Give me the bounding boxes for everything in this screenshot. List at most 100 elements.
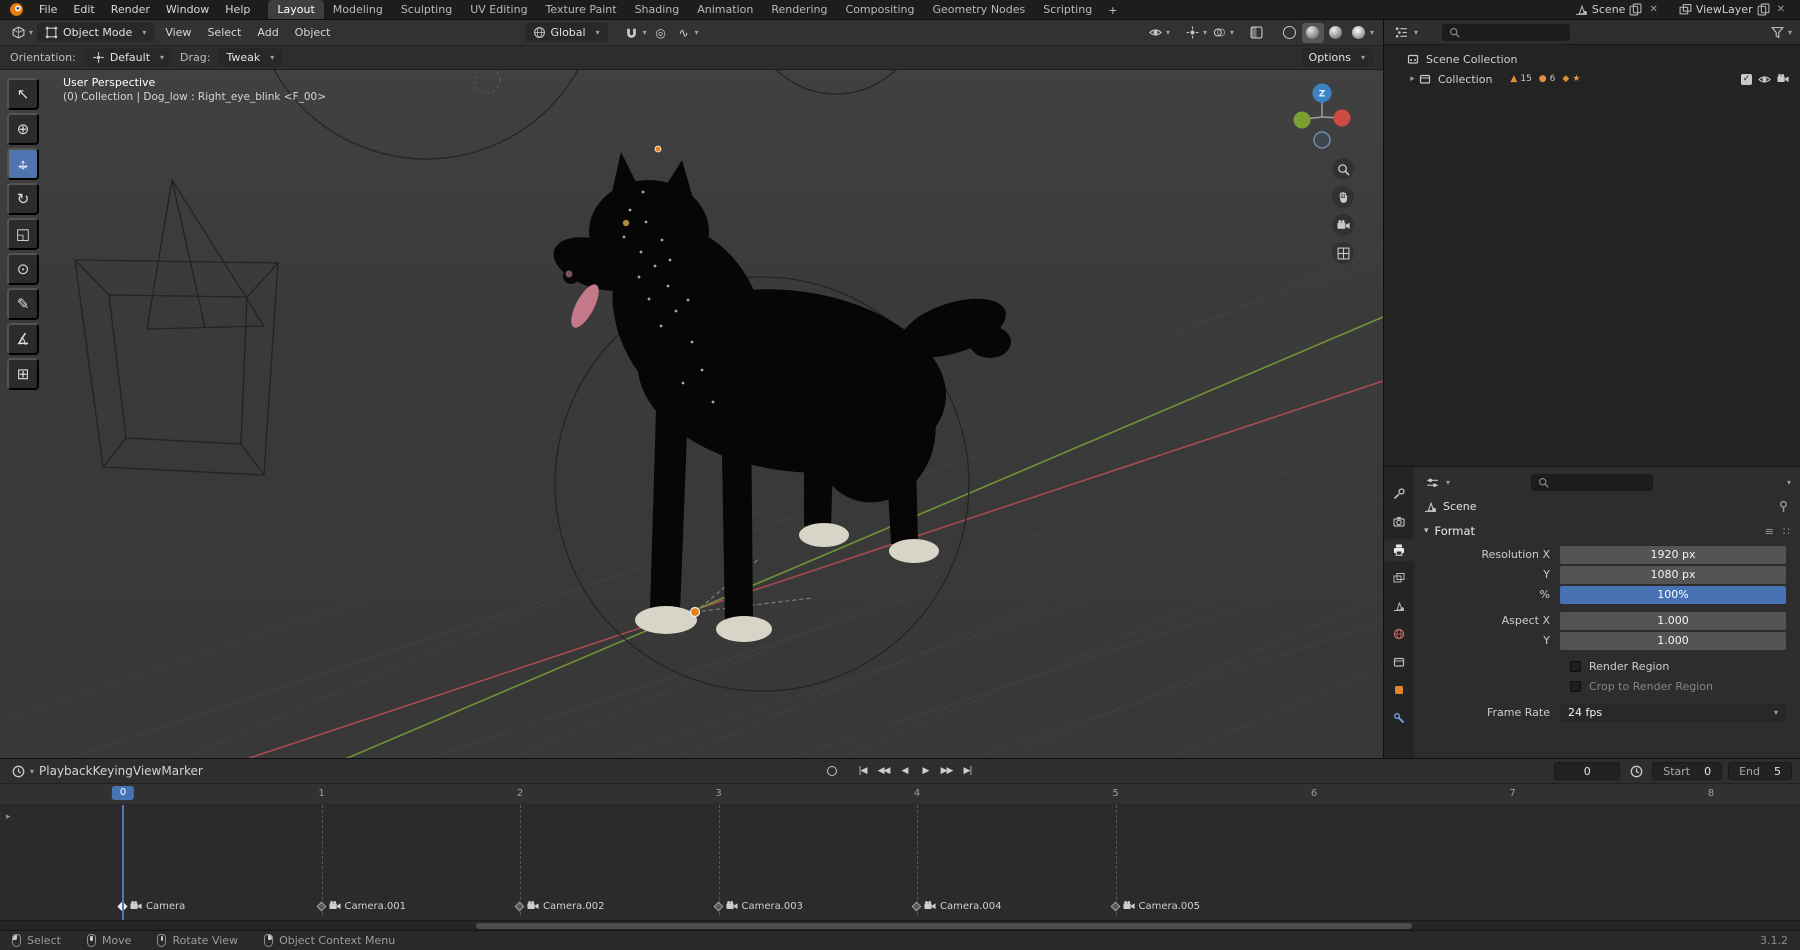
viewport-menu-object[interactable]: Object	[287, 26, 339, 39]
props-tab-modifiers[interactable]	[1384, 707, 1414, 729]
workspace-tab-compositing[interactable]: Compositing	[837, 0, 924, 19]
play-reverse-button[interactable]: ◀	[895, 762, 914, 780]
collection-checkbox[interactable]: ✓	[1741, 73, 1752, 85]
tool-cursor[interactable]: ⊕	[7, 113, 39, 145]
falloff-caret-icon[interactable]: ▾	[695, 28, 699, 37]
props-tab-scene[interactable]	[1384, 595, 1414, 617]
timeline-menu-view[interactable]: View	[133, 764, 161, 778]
play-button[interactable]: ▶	[916, 762, 935, 780]
jump-to-next-keyframe-button[interactable]: ▶▶	[937, 762, 956, 780]
menu-render[interactable]: Render	[103, 3, 158, 16]
navigation-gizmo[interactable]: Z	[1285, 80, 1359, 154]
pan-hand-icon[interactable]	[1332, 186, 1354, 208]
jump-to-prev-keyframe-button[interactable]: ◀◀	[874, 762, 893, 780]
current-frame-playhead[interactable]	[122, 805, 124, 921]
shading-caret-icon[interactable]: ▾	[1370, 28, 1374, 37]
field-frame-rate[interactable]: 24 fps ▾	[1560, 703, 1786, 722]
checkbox-crop-to-render-region[interactable]	[1570, 681, 1581, 692]
marker-diamond-icon[interactable]	[911, 901, 922, 911]
workspace-tab-rendering[interactable]: Rendering	[762, 0, 836, 19]
show-gizmo-icon[interactable]	[1183, 23, 1203, 42]
frame-end-field[interactable]: End 5	[1728, 762, 1792, 780]
scrollbar-thumb[interactable]	[476, 923, 1412, 929]
filter-caret-icon[interactable]: ▾	[1788, 28, 1792, 37]
timeline-track-area[interactable]: 0 1 2 3 4 5 6 7 8 ▸ Camera Camera.001 Camera.002 Ca…	[0, 784, 1800, 921]
transform-orientation-dropdown[interactable]: Global	[524, 23, 608, 42]
timeline-marker-camera[interactable]: Camera	[117, 900, 185, 912]
preview-range-clock-icon[interactable]	[1626, 762, 1646, 781]
shading-rendered-button[interactable]	[1348, 23, 1370, 43]
frame-start-field[interactable]: Start 0	[1652, 762, 1723, 780]
viewport-menu-add[interactable]: Add	[249, 26, 286, 39]
timeline-type-caret-icon[interactable]: ▾	[30, 767, 34, 776]
tool-move[interactable]: ↔ ↕	[7, 148, 39, 180]
outliner-editor-type-icon[interactable]	[1391, 23, 1411, 42]
viewlayer-name[interactable]: ViewLayer	[1696, 3, 1753, 16]
tool-select-box[interactable]: ↖	[7, 78, 39, 110]
new-viewlayer-icon[interactable]	[1757, 3, 1770, 16]
props-tab-world[interactable]	[1384, 623, 1414, 645]
timeline-menu-marker[interactable]: Marker	[161, 764, 202, 778]
options-dropdown[interactable]: Options	[1300, 48, 1373, 67]
tool-transform[interactable]: ⊙	[7, 253, 39, 285]
current-frame-field[interactable]: 0	[1554, 762, 1621, 780]
tool-rotate[interactable]: ↻	[7, 183, 39, 215]
snap-caret-icon[interactable]: ▾	[643, 28, 647, 37]
timeline-editor-type-icon[interactable]	[8, 762, 28, 781]
close-viewlayer-icon[interactable]: ✕	[1774, 4, 1788, 15]
properties-editor-type-icon[interactable]	[1422, 473, 1442, 492]
tool-annotate[interactable]: ✎	[7, 288, 39, 320]
mode-dropdown[interactable]: Object Mode	[37, 23, 155, 42]
field-y[interactable]: 1.000	[1560, 631, 1786, 650]
timeline-marker-camera-004[interactable]: Camera.004	[911, 900, 1002, 912]
workspace-tab-layout[interactable]: Layout	[268, 0, 324, 19]
marker-diamond-icon[interactable]	[1110, 901, 1120, 911]
properties-options-caret-icon[interactable]: ▾	[1787, 478, 1791, 487]
timeline-marker-camera-003[interactable]: Camera.003	[713, 900, 803, 912]
workspace-tab-scripting[interactable]: Scripting	[1034, 0, 1101, 19]
viewport-menu-select[interactable]: Select	[199, 26, 249, 39]
outliner-row-collection[interactable]: ▸ Collection ▲ 15 ● 6 ◆ ★ ✓	[1384, 69, 1800, 89]
camera-toggle-icon[interactable]	[1777, 73, 1790, 86]
checkbox-render-region[interactable]	[1570, 661, 1581, 672]
add-workspace-button[interactable]: +	[1101, 1, 1124, 19]
dog-model[interactable]	[547, 152, 1013, 642]
proportional-falloff-icon[interactable]: ∿	[674, 23, 694, 42]
shading-wireframe-button[interactable]	[1279, 23, 1301, 43]
menu-help[interactable]: Help	[217, 3, 258, 16]
marker-diamond-icon[interactable]	[713, 901, 723, 911]
filter-funnel-icon[interactable]	[1770, 26, 1784, 39]
timeline-ruler[interactable]: 0 1 2 3 4 5 6 7 8	[0, 784, 1800, 805]
close-scene-icon[interactable]: ✕	[1646, 4, 1660, 15]
snap-magnet-icon[interactable]	[622, 23, 642, 42]
workspace-tab-texture-paint[interactable]: Texture Paint	[537, 0, 626, 19]
timeline-menu-keying[interactable]: Keying	[93, 764, 133, 778]
blender-logo-icon[interactable]	[9, 2, 24, 17]
props-tab-collection[interactable]	[1384, 651, 1414, 673]
timeline-scrollbar[interactable]	[0, 920, 1800, 930]
breadcrumb-label[interactable]: Scene	[1443, 500, 1477, 513]
timeline-expand-icon[interactable]: ▸	[6, 812, 11, 822]
xray-toggle-icon[interactable]	[1247, 23, 1267, 42]
preset-list-icon[interactable]: ≡	[1765, 525, 1774, 538]
proportional-editing-icon[interactable]: ◎	[651, 23, 671, 42]
outliner-row-scene-collection[interactable]: Scene Collection	[1384, 49, 1800, 69]
eye-toggle-icon[interactable]	[1758, 73, 1771, 86]
menu-file[interactable]: File	[31, 3, 65, 16]
orientation-default-dropdown[interactable]: Default	[83, 48, 173, 67]
camera-view-icon[interactable]	[1332, 214, 1354, 236]
camera-wireframes[interactable]	[74, 178, 279, 476]
ortho-toggle-icon[interactable]	[1332, 242, 1354, 264]
timeline-marker-camera-002[interactable]: Camera.002	[514, 900, 605, 912]
editor-type-icon[interactable]	[8, 23, 28, 42]
properties-search-input[interactable]	[1531, 473, 1654, 491]
show-overlays-icon[interactable]	[1210, 23, 1230, 42]
menu-window[interactable]: Window	[158, 3, 217, 16]
menu-edit[interactable]: Edit	[65, 3, 102, 16]
workspace-tab-uv-editing[interactable]: UV Editing	[461, 0, 536, 19]
props-tab-object[interactable]	[1384, 679, 1414, 701]
shading-solid-button[interactable]	[1301, 22, 1324, 43]
jump-to-start-button[interactable]: |◀	[853, 762, 872, 780]
pin-icon[interactable]	[1777, 500, 1790, 513]
field-[interactable]: 100%	[1560, 585, 1786, 604]
